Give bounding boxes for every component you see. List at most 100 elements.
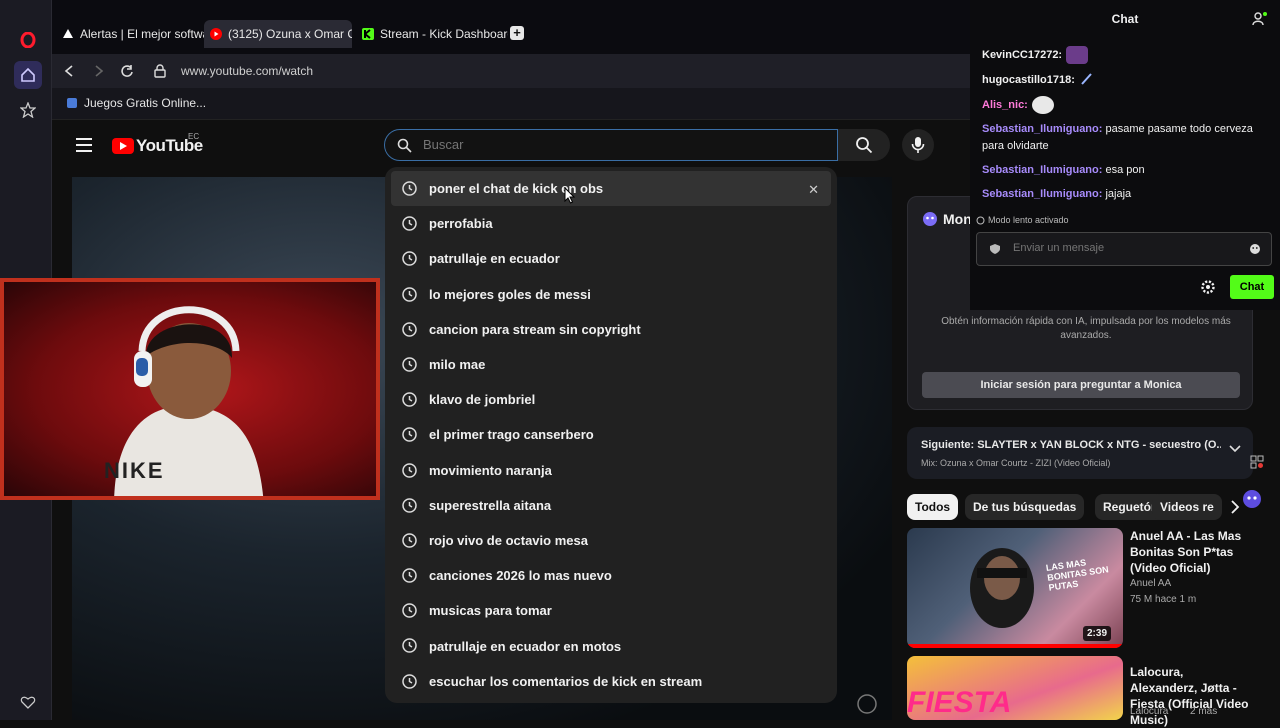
bookmark-label: Juegos Gratis Online... — [84, 96, 207, 110]
chevron-down-icon[interactable] — [1229, 445, 1241, 453]
suggestion-item[interactable]: patrullaje en ecuador — [385, 241, 837, 276]
suggestion-item[interactable]: klavo de jombriel — [385, 382, 837, 417]
new-tab-plus-icon[interactable]: + — [510, 26, 524, 40]
search-box[interactable] — [384, 129, 838, 161]
home-icon[interactable] — [14, 61, 42, 89]
channel-name[interactable]: Lalocura — [1130, 706, 1168, 717]
suggestion-text: musicas para tomar — [429, 603, 552, 619]
users-icon[interactable] — [1252, 11, 1268, 27]
voice-search-button[interactable] — [902, 129, 934, 161]
slow-mode-notice: Modo lento activado — [976, 215, 1069, 225]
suggestion-text: canciones 2026 lo mas nuevo — [429, 568, 612, 584]
thumbnail-text: FIESTA — [907, 686, 1012, 719]
search-button[interactable] — [838, 129, 890, 161]
tab-kick-dashboard[interactable]: Stream - Kick Dashboard — [356, 20, 508, 48]
chat-username[interactable]: Alis_nic: — [982, 99, 1028, 111]
suggestion-text: milo mae — [429, 357, 486, 373]
lock-icon[interactable] — [154, 64, 166, 78]
chat-input-box[interactable] — [976, 232, 1272, 266]
suggestion-item[interactable]: el primer trago canserbero — [385, 417, 837, 452]
apps-grid-icon[interactable] — [1250, 455, 1264, 469]
monica-logo-icon — [923, 212, 937, 226]
history-clock-icon — [402, 392, 417, 407]
suggestion-text: poner el chat de kick en obs — [429, 181, 604, 197]
suggestion-item[interactable]: patrullaje en ecuador en motos — [385, 628, 837, 663]
search-icon — [397, 138, 412, 153]
chat-message: Sebastian_Ilumiguano: jajaja — [982, 186, 1272, 203]
heart-icon[interactable] — [14, 688, 42, 716]
tab-label: (3125) Ozuna x Omar Cou — [228, 27, 352, 41]
tab-youtube[interactable]: (3125) Ozuna x Omar Cou — [204, 20, 352, 48]
microphone-icon — [911, 137, 925, 153]
bookmark-juegos[interactable]: Juegos Gratis Online... — [66, 96, 206, 110]
suggestion-item[interactable]: musicas para tomar — [385, 593, 837, 628]
chat-message: Sebastian_Ilumiguano: pasame pasame todo… — [982, 121, 1272, 155]
shield-icon — [990, 244, 1000, 254]
search-input[interactable] — [423, 137, 823, 152]
search-icon — [856, 137, 873, 154]
address-bar: www.youtube.com/watch — [52, 54, 970, 88]
chevron-right-icon[interactable] — [1230, 500, 1240, 514]
mouse-cursor-icon — [564, 187, 576, 204]
video-meta: 75 M hace 1 m — [1130, 594, 1197, 605]
chat-username[interactable]: Sebastian_Ilumiguano: — [982, 188, 1102, 200]
emote-image — [1066, 46, 1089, 64]
suggestion-item[interactable]: movimiento naranja — [385, 453, 837, 488]
tab-label: Stream - Kick Dashboard — [380, 27, 508, 41]
suggestion-text: el primer trago canserbero — [429, 427, 594, 443]
chat-message: KevinCC17272: — [982, 46, 1272, 64]
remove-suggestion-icon[interactable]: ✕ — [808, 182, 819, 198]
tab-bar: Alertas | El mejor software (3125) Ozuna… — [52, 0, 970, 54]
video-title[interactable]: Anuel AA - Las Mas Bonitas Son P*tas (Vi… — [1130, 528, 1250, 576]
suggestion-item[interactable]: poner el chat de kick en obs ✕ — [391, 171, 831, 207]
up-next-panel[interactable]: Siguiente: SLAYTER x YAN BLOCK x NTG - s… — [907, 427, 1253, 479]
suggestion-item[interactable]: perrofabia — [385, 206, 837, 241]
chat-username[interactable]: hugocastillo1718: — [982, 74, 1075, 86]
forward-arrow-icon[interactable] — [94, 65, 104, 77]
search-suggestions-dropdown: poner el chat de kick en obs ✕ perrofabi… — [385, 167, 837, 703]
menu-hamburger-icon[interactable] — [76, 138, 92, 152]
chat-username[interactable]: Sebastian_Ilumiguano: — [982, 164, 1102, 176]
chat-send-button[interactable]: Chat — [1230, 275, 1274, 299]
back-arrow-icon[interactable] — [64, 65, 74, 77]
tab-alertas[interactable]: Alertas | El mejor software — [56, 20, 204, 48]
suggestion-item[interactable]: milo mae — [385, 347, 837, 382]
reload-icon[interactable] — [120, 64, 134, 78]
video-title[interactable]: Lalocura, Alexanderz, Jøtta - Fiesta (Of… — [1130, 664, 1250, 728]
url-field[interactable]: www.youtube.com/watch — [181, 64, 313, 78]
channel-name[interactable]: Anuel AA — [1130, 578, 1171, 589]
bookmark-star-icon[interactable] — [14, 96, 42, 124]
recommended-video[interactable]: FIESTA Lalocura, Alexanderz, Jøtta - Fie… — [907, 656, 1253, 727]
chat-message: Alis_nic: — [982, 96, 1272, 114]
history-clock-icon — [402, 497, 417, 513]
suggestion-item[interactable]: rojo vivo de octavio mesa — [385, 523, 837, 558]
suggestion-item[interactable]: superestrella aitana — [385, 488, 837, 523]
clock-icon — [976, 216, 985, 224]
suggestion-text: escuchar los comentarios de kick en stre… — [429, 673, 703, 689]
webcam-overlay: NIKE — [0, 278, 380, 500]
up-next-title: Siguiente: SLAYTER x YAN BLOCK x NTG - s… — [921, 439, 1221, 451]
suggestion-item[interactable]: lo mejores goles de messi — [385, 277, 837, 312]
history-clock-icon — [402, 568, 417, 583]
chip-de-tus-busquedas[interactable]: De tus búsquedas — [965, 494, 1085, 520]
up-next-subtitle: Mix: Ozuna x Omar Courtz - ZIZI (Video O… — [921, 458, 1111, 468]
recommended-video[interactable]: LAS MAS BONITAS SON PUTAS 2:39 Anuel AA … — [907, 528, 1253, 652]
chat-username[interactable]: KevinCC17272: — [982, 49, 1062, 61]
suggestion-item[interactable]: cancion para stream sin copyright — [385, 312, 837, 347]
gear-icon[interactable] — [1200, 279, 1216, 295]
chip-videos[interactable]: Videos re — [1152, 494, 1222, 520]
chat-text: jajaja — [1102, 188, 1132, 200]
kick-chat-overlay: Chat KevinCC17272: hugocastillo1718: Ali… — [970, 0, 1280, 310]
monica-login-button[interactable]: Iniciar sesión para preguntar a Monica — [922, 372, 1240, 398]
emoji-icon[interactable] — [1249, 243, 1261, 255]
suggestion-item[interactable]: canciones 2026 lo mas nuevo — [385, 558, 837, 593]
video-thumbnail[interactable]: FIESTA — [907, 656, 1123, 720]
shirt-logo-text: NIKE — [104, 458, 165, 483]
opera-logo-icon[interactable] — [14, 26, 42, 54]
chat-message: hugocastillo1718: — [982, 71, 1272, 89]
chat-username[interactable]: Sebastian_Ilumiguano: — [982, 123, 1102, 135]
suggestion-item[interactable]: escuchar los comentarios de kick en stre… — [385, 664, 837, 699]
suggestion-text: lo mejores goles de messi — [429, 286, 591, 302]
chat-message-input[interactable] — [1013, 242, 1233, 254]
chip-todos[interactable]: Todos — [907, 494, 959, 520]
